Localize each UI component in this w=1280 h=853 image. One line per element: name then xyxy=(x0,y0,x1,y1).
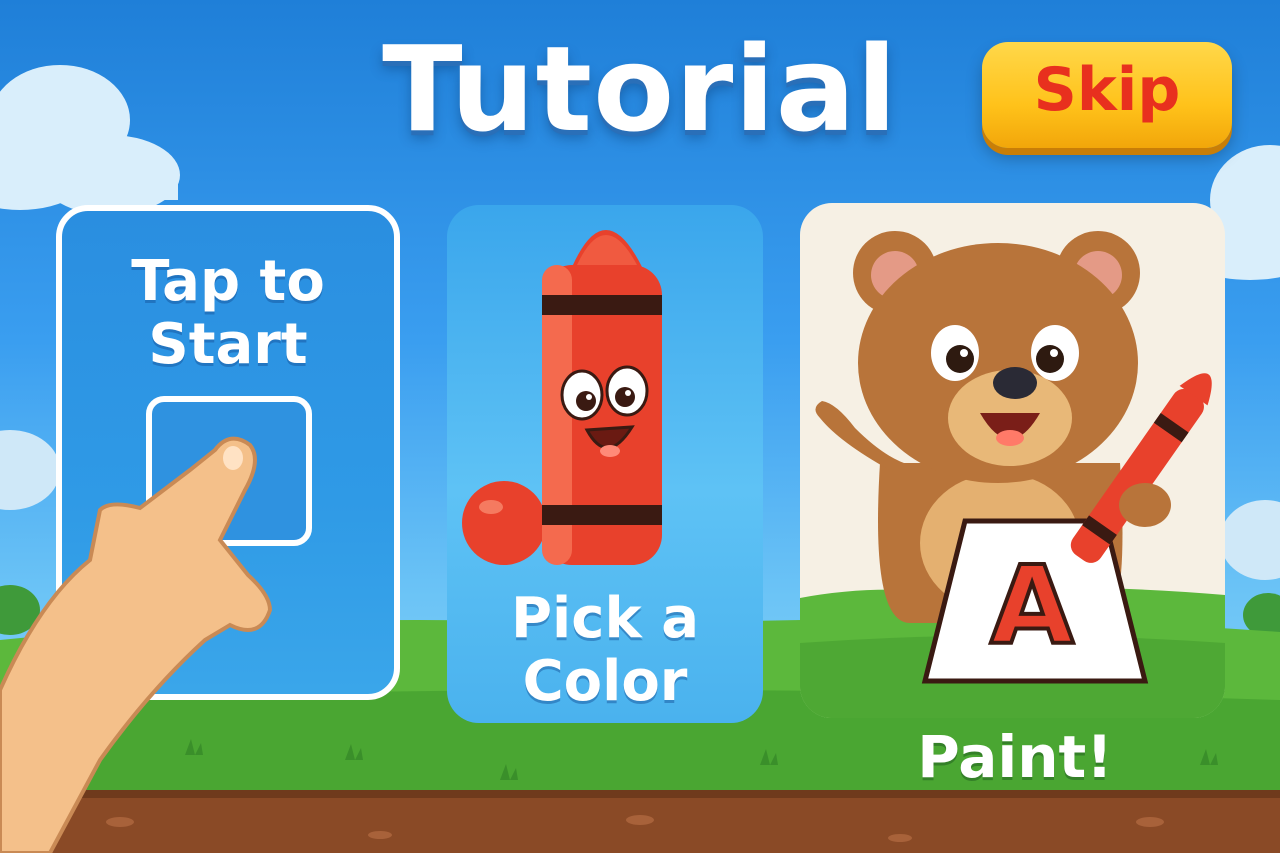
page-title: Tutorial xyxy=(382,20,898,158)
tap-target-square xyxy=(146,396,312,546)
crayon-character-icon xyxy=(462,230,662,565)
tutorial-screen: Tutorial Skip Tap to Start Pick a Color … xyxy=(0,0,1280,853)
step-1-label: Tap to Start xyxy=(62,249,394,377)
step-card-paint[interactable]: A xyxy=(800,203,1225,718)
skip-button-label: Skip xyxy=(1033,55,1181,125)
cloud-lower-right xyxy=(1220,500,1280,580)
step-2-label-line2: Color xyxy=(522,648,688,714)
bear-painting-icon: A xyxy=(800,231,1225,718)
sign-letter: A xyxy=(990,544,1074,669)
step-2-label: Pick a Color xyxy=(447,586,763,714)
step-card-pick-a-color[interactable]: Pick a Color xyxy=(447,205,763,723)
step-1-label-line2: Start xyxy=(148,311,308,377)
step-card-tap-to-start[interactable]: Tap to Start xyxy=(56,205,400,700)
skip-button[interactable]: Skip xyxy=(982,42,1232,148)
step-1-label-line1: Tap to xyxy=(131,249,325,314)
red-paint-dot xyxy=(462,481,546,565)
step-3-label: Paint! xyxy=(917,723,1113,791)
cloud-lower-left xyxy=(0,430,60,510)
cloud-left xyxy=(0,65,180,215)
step-2-label-line1: Pick a xyxy=(511,586,699,651)
